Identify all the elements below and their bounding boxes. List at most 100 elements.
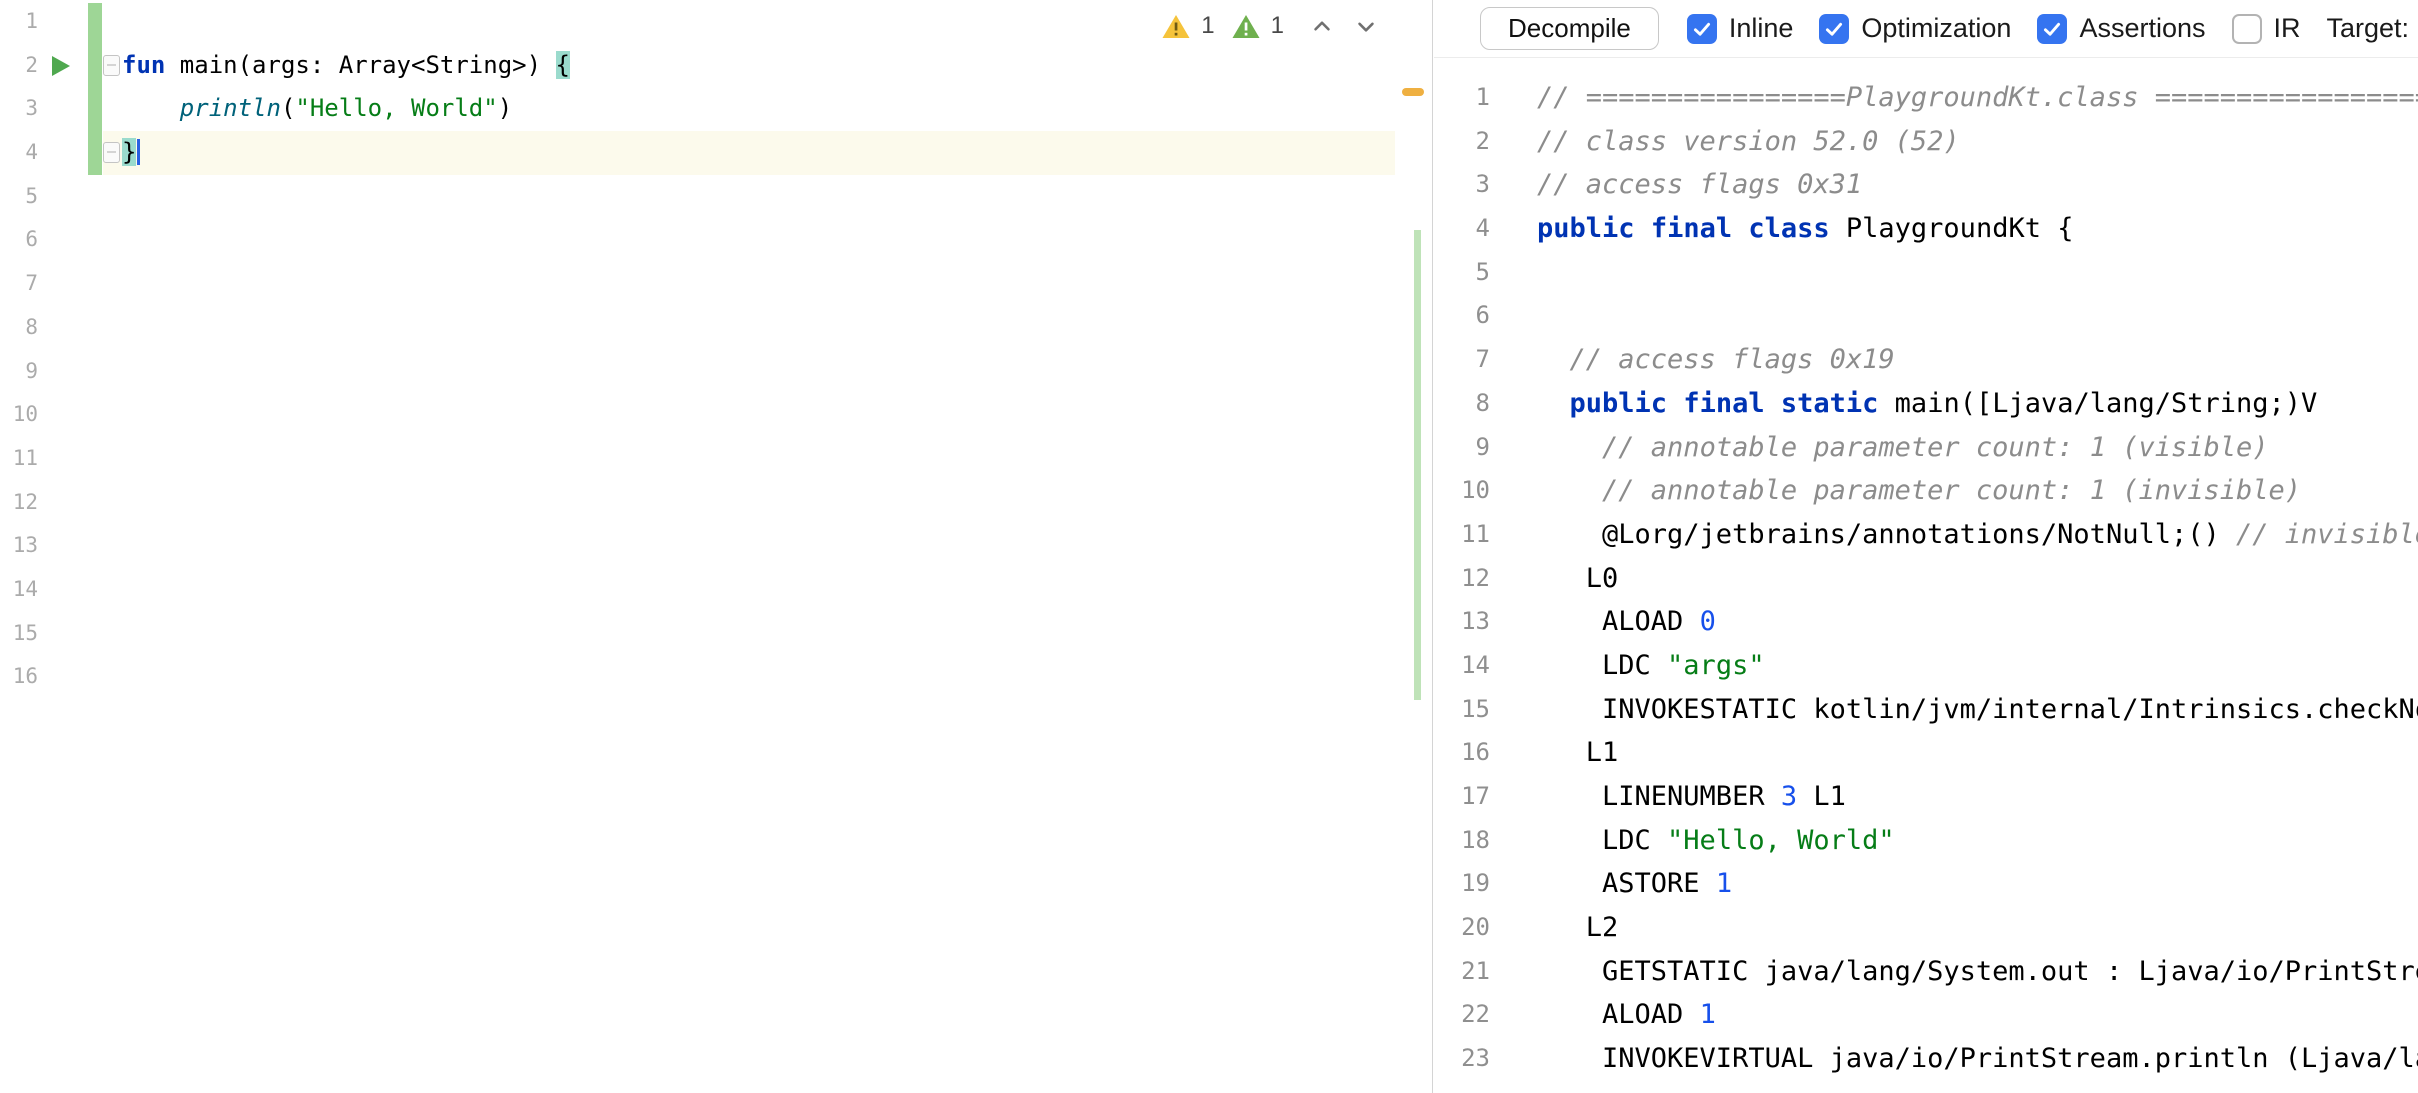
code-line[interactable]: ALOAD 0 — [1537, 600, 1716, 644]
code-line[interactable]: public final class PlaygroundKt { — [1537, 207, 2073, 251]
code-line[interactable]: LDC "args" — [1537, 644, 1765, 688]
editor-scrollbar-stripe[interactable] — [1396, 0, 1433, 1093]
code-line[interactable]: public final static main([Ljava/lang/Str… — [1537, 382, 2317, 426]
code-line[interactable] — [122, 306, 1396, 350]
checkbox-ir[interactable]: IR — [2232, 13, 2301, 44]
code-line[interactable]: INVOKEVIRTUAL java/io/PrintStream.printl… — [1537, 1037, 2418, 1081]
code-token: LINENUMBER — [1537, 781, 1781, 812]
checkbox-inline[interactable]: Inline — [1687, 13, 1794, 44]
code-line[interactable]: // annotable parameter count: 1 (invisib… — [1537, 469, 2301, 513]
line-number[interactable]: 3 — [0, 87, 38, 131]
code-token: L1 — [1797, 781, 1846, 812]
bytecode-line: 2// class version 52.0 (52) — [1434, 120, 2418, 164]
line-number: 8 — [1434, 382, 1490, 426]
code-line[interactable] — [122, 350, 1396, 394]
gutter-fold-icon[interactable] — [103, 142, 120, 163]
code-line[interactable]: ALOAD 1 — [1537, 993, 1716, 1037]
code-line[interactable] — [122, 262, 1396, 306]
code-line[interactable]: // access flags 0x31 — [1537, 163, 1862, 207]
code-line[interactable] — [122, 612, 1396, 656]
code-line[interactable]: L0 — [1537, 557, 1618, 601]
gutter-slot — [38, 481, 122, 525]
code-token: ) — [498, 94, 512, 122]
code-line[interactable]: } — [122, 131, 1396, 175]
code-line[interactable]: LDC "Hello, World" — [1537, 819, 1895, 863]
code-line[interactable]: LINENUMBER 3 L1 — [1537, 775, 1846, 819]
code-token: PlaygroundKt { — [1830, 213, 2074, 244]
checkbox-checked-icon[interactable] — [1819, 14, 1849, 44]
checkbox-assertions[interactable]: Assertions — [2037, 13, 2205, 44]
code-line[interactable] — [122, 437, 1396, 481]
code-line[interactable] — [122, 655, 1396, 699]
line-number[interactable]: 6 — [0, 218, 38, 262]
code-line[interactable] — [122, 393, 1396, 437]
gutter-slot — [38, 44, 122, 88]
line-number[interactable]: 7 — [0, 262, 38, 306]
line-number[interactable]: 5 — [0, 175, 38, 219]
line-number: 1 — [1434, 76, 1490, 120]
code-token: static — [1781, 388, 1879, 419]
code-line[interactable] — [122, 175, 1396, 219]
kotlin-editor-pane[interactable]: 12 fun main(args: Array<String>) { 3 print… — [0, 0, 1396, 1093]
code-token: LDC — [1537, 650, 1667, 681]
code-token: 1 — [1716, 868, 1732, 899]
previous-highlight-chevron-up-icon[interactable] — [1308, 12, 1336, 40]
warning-stripe-mark[interactable] — [1402, 88, 1424, 96]
code-line[interactable]: // class version 52.0 (52) — [1537, 120, 1960, 164]
checkbox-checked-icon[interactable] — [1687, 14, 1717, 44]
line-number[interactable]: 9 — [0, 350, 38, 394]
line-number[interactable]: 10 — [0, 393, 38, 437]
gutter-slot — [38, 437, 122, 481]
line-number[interactable]: 11 — [0, 437, 38, 481]
line-number[interactable]: 1 — [0, 0, 38, 44]
code-line[interactable]: ASTORE 1 — [1537, 862, 1732, 906]
line-number[interactable]: 2 — [0, 44, 38, 88]
code-line[interactable] — [122, 481, 1396, 525]
checkbox-optimization[interactable]: Optimization — [1819, 13, 2011, 44]
checkbox-checked-icon[interactable] — [2037, 14, 2067, 44]
gutter-slot — [38, 0, 122, 44]
bytecode-line: 18 LDC "Hello, World" — [1434, 819, 2418, 863]
code-line[interactable] — [122, 218, 1396, 262]
code-line[interactable]: L2 — [1537, 906, 1618, 950]
decompile-button[interactable]: Decompile — [1480, 7, 1659, 50]
line-number[interactable]: 12 — [0, 481, 38, 525]
warning-icon[interactable] — [1161, 13, 1191, 40]
inspection-widget[interactable]: 1 1 — [1157, 10, 1384, 42]
line-number[interactable]: 8 — [0, 306, 38, 350]
code-line[interactable]: // annotable parameter count: 1 (visible… — [1537, 426, 2269, 470]
ide-window: 12fun main(args: Array<String>) {3 print… — [0, 0, 2418, 1093]
kotlin-bytecode-pane[interactable]: Decompile Inline Optimization Assertions IR… — [1434, 0, 2418, 1093]
gutter-fold-icon[interactable] — [103, 55, 120, 76]
line-number[interactable]: 16 — [0, 655, 38, 699]
line-number[interactable]: 15 — [0, 612, 38, 656]
code-token: "Hello, World" — [1667, 825, 1895, 856]
gutter-slot — [38, 393, 122, 437]
code-token: 1 — [1700, 999, 1716, 1030]
line-number[interactable]: 13 — [0, 524, 38, 568]
run-icon[interactable] — [52, 56, 70, 76]
code-line[interactable] — [122, 524, 1396, 568]
line-number[interactable]: 14 — [0, 568, 38, 612]
code-line[interactable] — [122, 568, 1396, 612]
code-line[interactable]: GETSTATIC java/lang/System.out : Ljava/i… — [1537, 950, 2418, 994]
next-highlight-chevron-down-icon[interactable] — [1352, 12, 1380, 40]
code-line[interactable]: // ================PlaygroundKt.class ==… — [1537, 76, 2418, 120]
weak-warning-icon[interactable] — [1231, 13, 1261, 40]
code-line[interactable]: // access flags 0x19 — [1537, 338, 1895, 382]
bytecode-lines[interactable]: 1 // ================PlaygroundKt.class =… — [1434, 58, 2418, 1081]
bytecode-line: 10 // annotable parameter count: 1 (invi… — [1434, 469, 2418, 513]
gutter-slot — [38, 262, 122, 306]
checkbox-unchecked-icon[interactable] — [2232, 14, 2262, 44]
code-line[interactable]: @Lorg/jetbrains/annotations/NotNull;() /… — [1537, 513, 2418, 557]
code-token: ALOAD — [1537, 999, 1700, 1030]
code-token: fun — [122, 51, 165, 79]
code-line[interactable]: L1 — [1537, 731, 1618, 775]
code-token: GETSTATIC java/lang/System.out : Ljava/i… — [1537, 956, 2418, 987]
code-line[interactable]: fun main(args: Array<String>) { — [122, 44, 1396, 88]
code-line[interactable]: INVOKESTATIC kotlin/jvm/internal/Intrins… — [1537, 688, 2418, 732]
code-line[interactable]: println("Hello, World") — [122, 87, 1396, 131]
line-number[interactable]: 4 — [0, 131, 38, 175]
code-token: L2 — [1537, 912, 1618, 943]
code-token: "Hello, World" — [295, 94, 497, 122]
